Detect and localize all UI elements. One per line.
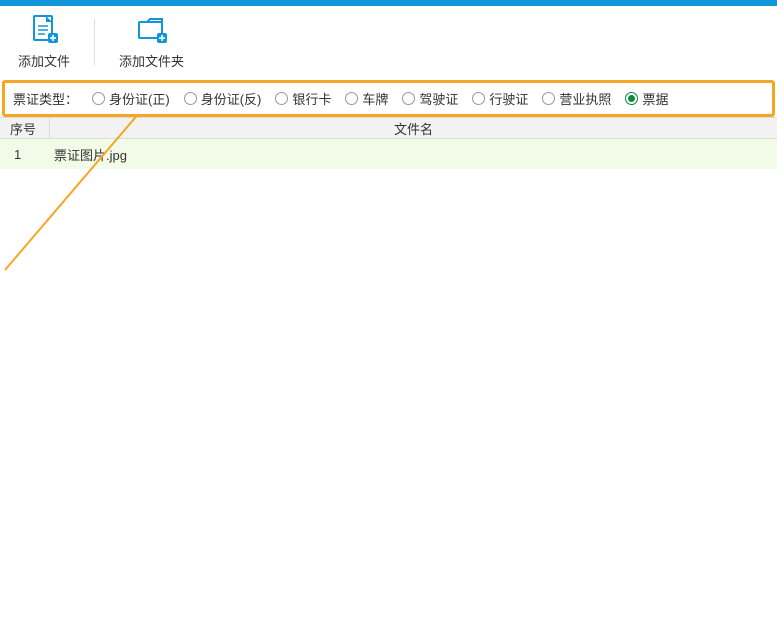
add-folder-label: 添加文件夹 <box>119 51 184 70</box>
radio-icon <box>92 92 105 105</box>
radio-label: 车牌 <box>362 89 388 108</box>
radio-option[interactable]: 票据 <box>625 89 668 108</box>
add-file-label: 添加文件 <box>18 51 70 70</box>
radio-icon <box>625 92 638 105</box>
table-header: 序号 文件名 <box>0 117 777 139</box>
radio-label: 银行卡 <box>292 89 331 108</box>
radio-label: 行驶证 <box>489 89 528 108</box>
radio-option[interactable]: 身份证(反) <box>184 89 262 108</box>
radio-icon <box>402 92 415 105</box>
cell-index: 1 <box>0 147 50 162</box>
radio-icon <box>542 92 555 105</box>
ticket-type-filter: 票证类型： 身份证(正) 身份证(反) 银行卡 车牌 驾驶证 行驶证 营业执照 票据 <box>2 80 775 117</box>
radio-icon <box>345 92 358 105</box>
radio-option[interactable]: 身份证(正) <box>92 89 170 108</box>
folder-add-icon <box>136 14 168 47</box>
radio-label: 驾驶证 <box>419 89 458 108</box>
add-file-button[interactable]: 添加文件 <box>18 14 70 70</box>
table-row[interactable]: 1票证图片.jpg <box>0 139 777 169</box>
radio-icon <box>472 92 485 105</box>
radio-option[interactable]: 车牌 <box>345 89 388 108</box>
cell-filename: 票证图片.jpg <box>50 145 127 164</box>
filter-caption: 票证类型： <box>13 89 78 108</box>
radio-option[interactable]: 营业执照 <box>542 89 611 108</box>
radio-option[interactable]: 银行卡 <box>275 89 331 108</box>
file-add-icon <box>29 14 59 47</box>
radio-label: 身份证(反) <box>201 89 262 108</box>
radio-icon <box>184 92 197 105</box>
table-body: 1票证图片.jpg <box>0 139 777 169</box>
radio-option[interactable]: 驾驶证 <box>402 89 458 108</box>
radio-label: 票据 <box>642 89 668 108</box>
radio-label: 身份证(正) <box>109 89 170 108</box>
radio-label: 营业执照 <box>559 89 611 108</box>
toolbar-separator <box>94 19 95 65</box>
add-folder-button[interactable]: 添加文件夹 <box>119 14 184 70</box>
col-index: 序号 <box>0 118 50 138</box>
radio-icon <box>275 92 288 105</box>
toolbar: 添加文件 添加文件夹 <box>0 6 777 76</box>
col-filename: 文件名 <box>50 119 777 138</box>
radio-option[interactable]: 行驶证 <box>472 89 528 108</box>
